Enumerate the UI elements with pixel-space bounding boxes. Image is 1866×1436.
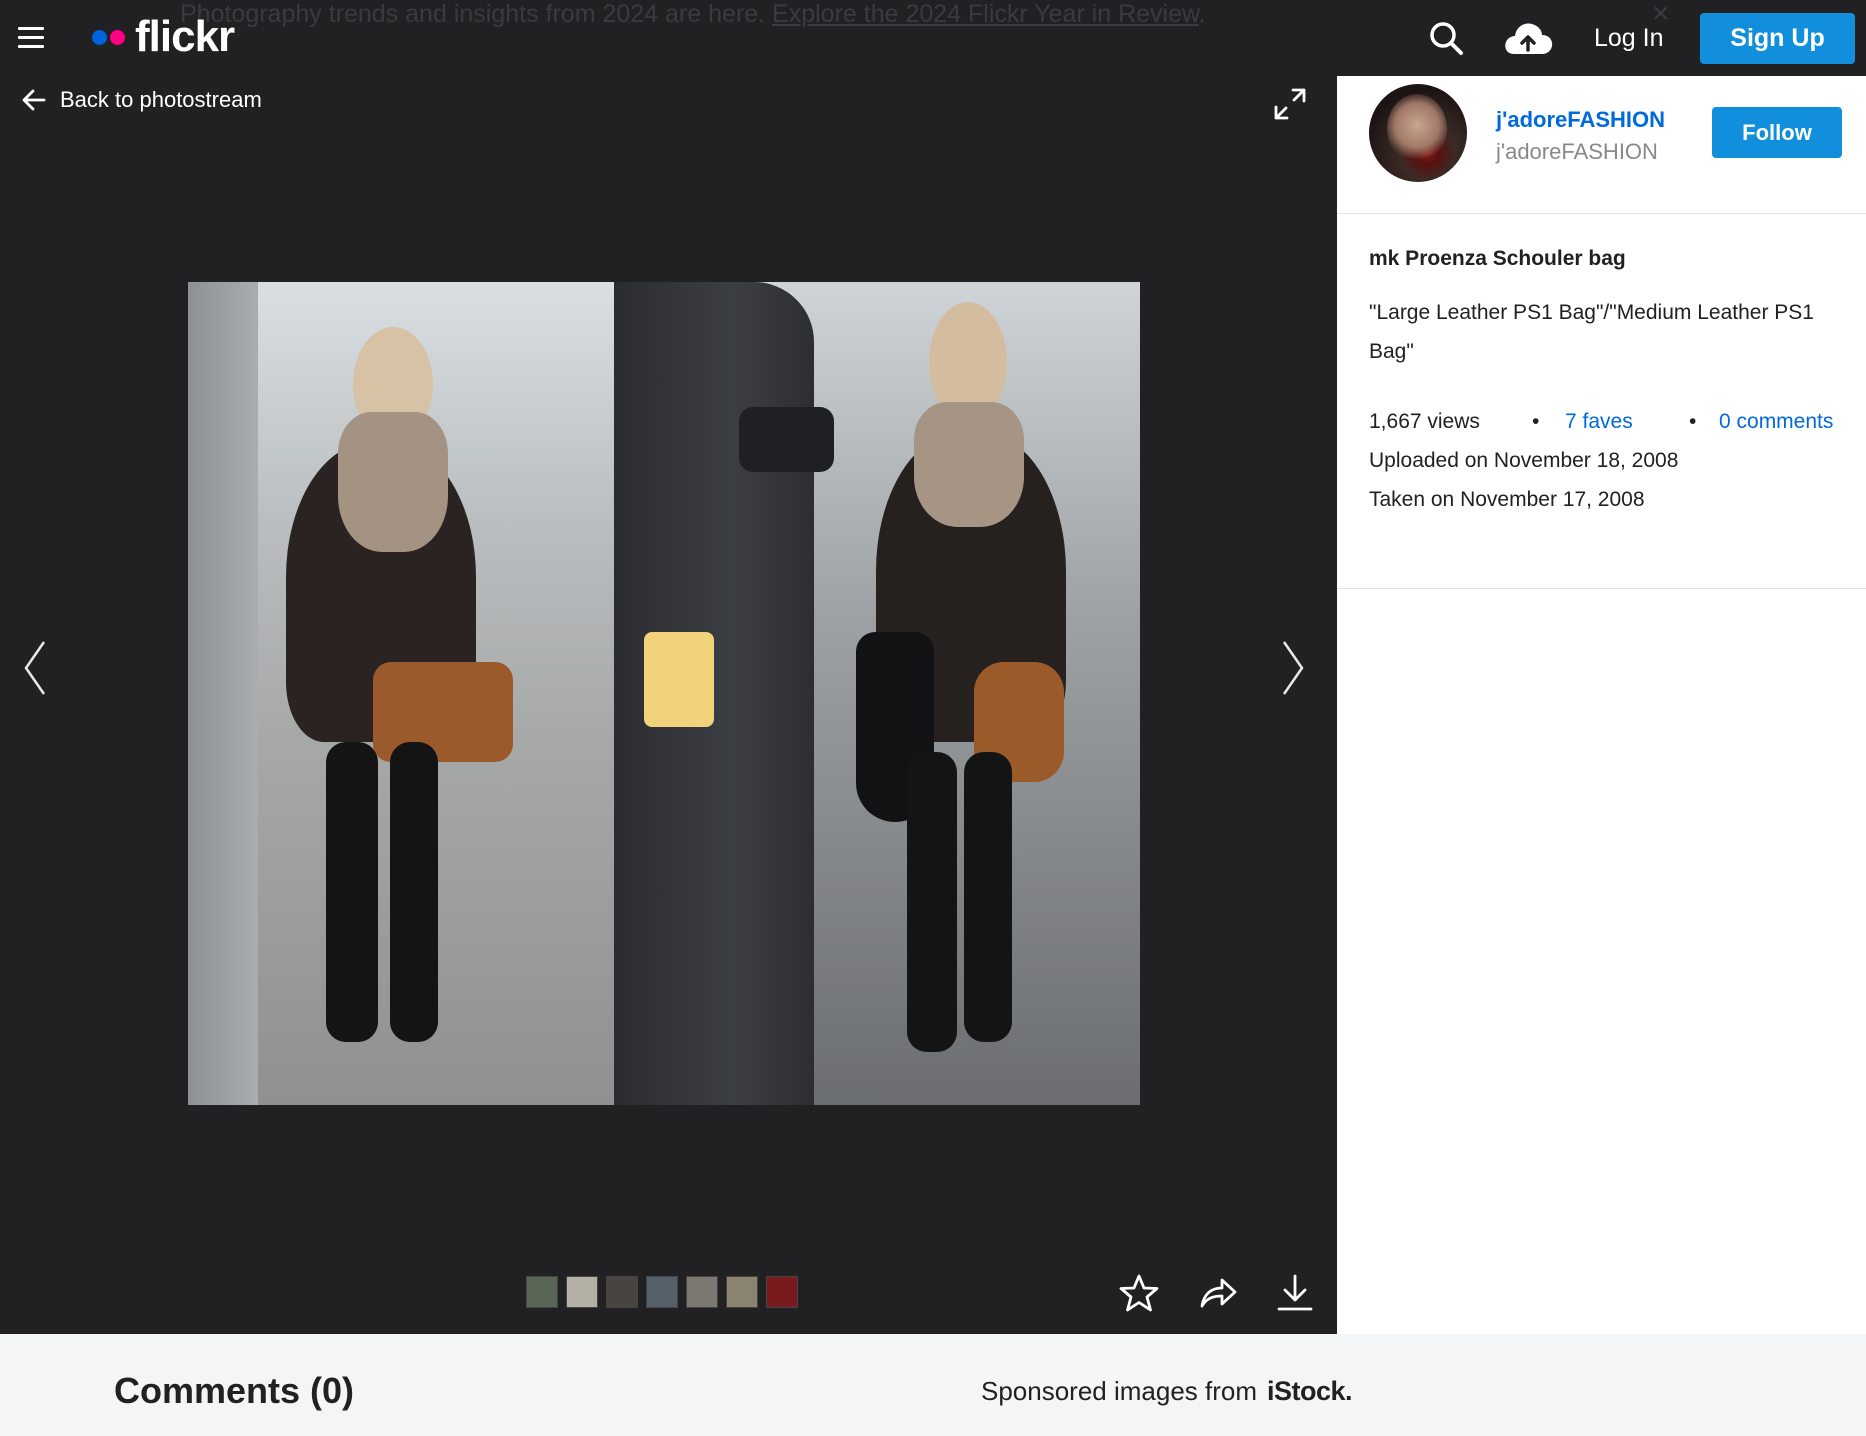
photo-thumbnail[interactable] [566, 1276, 598, 1308]
next-photo-arrow-icon[interactable] [1280, 638, 1308, 698]
logo-wordmark: flickr [135, 12, 235, 61]
owner-section: j'adoreFASHION j'adoreFASHION Follow [1337, 76, 1866, 214]
photo-actions [1118, 1272, 1352, 1314]
photo-left-panel [188, 282, 614, 1105]
thumbnail-strip [526, 1276, 806, 1308]
sponsored-heading: Sponsored images from iStock. [981, 1376, 1353, 1407]
avatar[interactable] [1369, 84, 1467, 182]
photo-thumbnail[interactable] [766, 1276, 798, 1308]
flickr-logo[interactable]: flickr [92, 12, 235, 62]
arrow-left-icon [22, 89, 46, 111]
photo-right-panel [614, 282, 1140, 1105]
previous-photo-arrow-icon[interactable] [20, 638, 48, 698]
owner-name-link[interactable]: j'adoreFASHION [1496, 107, 1665, 133]
logo-pink-dot [110, 29, 125, 45]
banner-link[interactable]: Explore the 2024 Flickr Year in Review [772, 0, 1199, 28]
download-icon[interactable] [1274, 1272, 1316, 1314]
sponsored-label: Sponsored images from [981, 1376, 1258, 1406]
bottom-section: Comments (0) Sponsored images from iStoc… [0, 1334, 1866, 1436]
comments-heading: Comments (0) [114, 1370, 355, 1411]
owner-handle: j'adoreFASHION [1496, 139, 1658, 164]
photo-title: mk Proenza Schouler bag [1369, 247, 1626, 270]
fave-star-icon[interactable] [1118, 1272, 1160, 1314]
photo-thumbnail[interactable] [526, 1276, 558, 1308]
share-icon[interactable] [1196, 1272, 1238, 1314]
photo-stats: 1,667 views • 7 faves • 0 comments [1369, 410, 1839, 442]
banner-suffix: . [1198, 0, 1206, 28]
taken-date: Taken on November 17, 2008 [1369, 488, 1645, 511]
upload-date: Uploaded on November 18, 2008 [1369, 449, 1679, 472]
banner-text: Photography trends and insights from 202… [180, 0, 766, 28]
photo-thumbnail[interactable] [686, 1276, 718, 1308]
photo-description: "Large Leather PS1 Bag"/"Medium Leather … [1369, 301, 1814, 363]
signup-button[interactable]: Sign Up [1700, 13, 1855, 64]
back-to-photostream-link[interactable]: Back to photostream [22, 82, 262, 118]
expand-icon[interactable] [1272, 86, 1308, 122]
photo-stage: Back to photostream [0, 76, 1337, 1334]
upload-icon[interactable] [1502, 18, 1554, 58]
photo-meta: mk Proenza Schouler bag "Large Leather P… [1337, 215, 1866, 589]
back-label: Back to photostream [60, 87, 262, 112]
photo-thumbnail[interactable] [606, 1276, 638, 1308]
photo-sidebar: j'adoreFASHION j'adoreFASHION Follow mk … [1337, 76, 1866, 1334]
menu-icon[interactable] [18, 27, 44, 49]
top-navigation: Photography trends and insights from 202… [0, 0, 1866, 76]
photo-thumbnail[interactable] [646, 1276, 678, 1308]
logo-blue-dot [92, 29, 107, 45]
search-icon[interactable] [1428, 20, 1464, 56]
views-count: 1,667 views [1369, 410, 1480, 433]
istock-logo[interactable]: iStock. [1267, 1376, 1353, 1407]
main-photo[interactable] [188, 282, 1140, 1105]
faves-link[interactable]: 7 faves [1565, 410, 1633, 434]
follow-button[interactable]: Follow [1712, 107, 1842, 158]
login-link[interactable]: Log In [1594, 22, 1664, 54]
photo-thumbnail[interactable] [726, 1276, 758, 1308]
stats-separator: • [1532, 410, 1540, 433]
stats-separator: • [1689, 410, 1697, 433]
comments-link[interactable]: 0 comments [1719, 410, 1833, 434]
announcement-banner: Photography trends and insights from 202… [180, 0, 1206, 28]
